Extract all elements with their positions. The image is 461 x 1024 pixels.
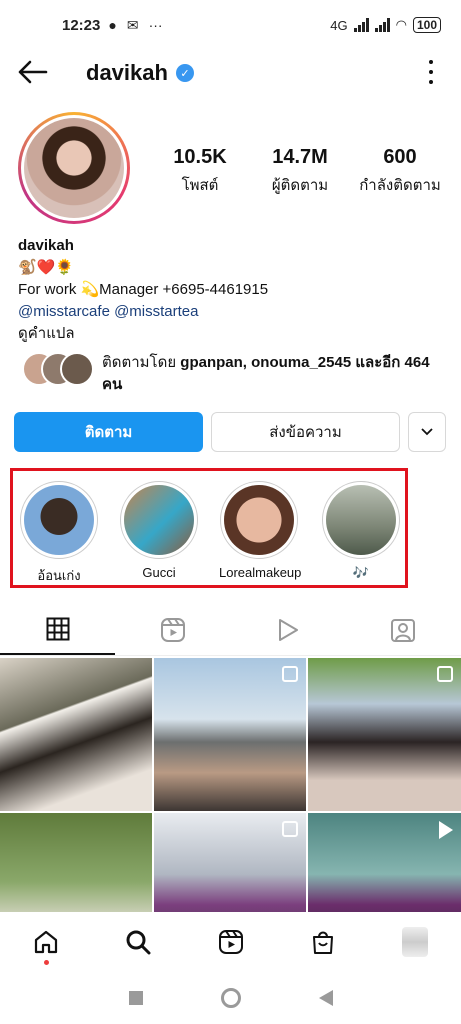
stat-label: โพสต์ <box>181 177 219 194</box>
avatar-photo <box>24 118 124 218</box>
wifi-icon: ◠ <box>395 17 407 32</box>
signal-icon-2 <box>374 18 390 32</box>
followed-by[interactable]: ติดตามโดย gpanpan, onouma_2545 และอีก 46… <box>22 352 442 396</box>
status-notification-icons: ● ✉ ··· <box>108 17 162 34</box>
system-navigation <box>0 972 461 1024</box>
profile-bio: davikah 🐒❤️🌻 For work 💫Manager +6695-446… <box>18 235 448 345</box>
profile-stats: 10.5K โพสต์ 14.7M ผู้ติดตาม 600 กำลังติด… <box>150 146 450 197</box>
tab-tagged[interactable] <box>346 604 461 655</box>
highlight-label: อ้อนเก่ง <box>37 568 81 583</box>
home-icon <box>34 930 58 954</box>
profile-actions: ติดตาม ส่งข้อความ <box>14 412 446 452</box>
username-text: davikah <box>86 60 168 85</box>
story-highlights: อ้อนเก่ง Gucci Lorealmakeup 🎶 <box>10 468 408 588</box>
nav-search[interactable] <box>92 929 184 955</box>
stat-followers[interactable]: 14.7M ผู้ติดตาม <box>250 146 350 197</box>
grid-post[interactable] <box>154 658 306 811</box>
grid-icon <box>46 617 70 640</box>
more-notifications-icon: ··· <box>148 17 163 33</box>
bio-emoji: 🐒❤️🌻 <box>18 259 75 276</box>
nav-reels[interactable] <box>184 929 276 955</box>
highlight-cover <box>124 485 194 555</box>
line-icon: ● <box>108 17 117 33</box>
tab-grid[interactable] <box>0 604 116 655</box>
tab-reels[interactable] <box>115 604 230 655</box>
status-time: 12:23 <box>62 16 101 34</box>
back-button-icon[interactable] <box>318 990 333 1006</box>
carousel-icon <box>282 666 298 682</box>
highlight-cover <box>24 485 94 555</box>
notification-dot <box>43 960 49 965</box>
bottom-nav <box>0 912 461 972</box>
tagged-icon <box>391 618 416 642</box>
stat-posts[interactable]: 10.5K โพสต์ <box>150 146 250 197</box>
battery-icon: 100 <box>412 17 441 33</box>
follower-avatar <box>60 352 94 386</box>
nav-home[interactable] <box>0 929 92 965</box>
see-translation-link[interactable]: ดูคำแปล <box>18 323 448 345</box>
highlight-cover <box>326 485 396 555</box>
profile-header: davikah ✓ <box>0 50 461 94</box>
verified-badge-icon: ✓ <box>175 64 194 82</box>
chevron-down-icon <box>421 428 433 436</box>
notification-icon: ✉ <box>126 16 139 33</box>
display-name: davikah <box>18 237 74 254</box>
recent-apps-icon[interactable] <box>128 991 143 1005</box>
stat-following[interactable]: 600 กำลังติดตาม <box>350 146 450 197</box>
carousel-icon <box>282 821 298 837</box>
stat-label: ผู้ติดตาม <box>271 177 329 194</box>
suggested-dropdown-button[interactable] <box>408 412 446 452</box>
follow-button[interactable]: ติดตาม <box>14 412 203 452</box>
search-icon <box>126 930 151 955</box>
highlight-item[interactable]: 🎶 <box>321 481 401 581</box>
profile-avatar[interactable] <box>18 112 130 224</box>
follower-facepile <box>22 352 94 386</box>
stat-value: 600 <box>383 146 417 168</box>
profile-tabs <box>0 604 461 656</box>
grid-post[interactable] <box>308 658 461 811</box>
highlight-label: Lorealmakeup <box>219 565 302 580</box>
message-button[interactable]: ส่งข้อความ <box>211 412 400 452</box>
highlight-cover <box>224 485 294 555</box>
highlight-label: 🎶 <box>352 565 370 580</box>
profile-avatar-small <box>401 927 428 957</box>
grid-post[interactable] <box>0 658 152 811</box>
stat-label: กำลังติดตาม <box>359 177 441 194</box>
back-arrow-icon[interactable] <box>16 58 48 86</box>
nav-profile[interactable] <box>369 927 461 957</box>
highlight-item[interactable]: อ้อนเก่ง <box>19 481 99 586</box>
network-label: 4G <box>330 17 348 33</box>
carousel-icon <box>437 666 453 682</box>
more-options-icon[interactable] <box>427 60 435 84</box>
bio-mentions[interactable]: @misstarcafe @misstartea <box>18 301 448 323</box>
nav-shop[interactable] <box>277 929 369 955</box>
stat-value: 10.5K <box>173 146 227 168</box>
header-username: davikah ✓ <box>86 60 194 86</box>
bio-text: For work 💫Manager +6695-4461915 <box>18 281 269 298</box>
followed-by-prefix: ติดตามโดย <box>102 354 181 371</box>
home-button-icon[interactable] <box>220 988 241 1008</box>
status-bar: 12:23 ● ✉ ··· 4G ◠ 100 <box>0 0 461 50</box>
signal-icon <box>353 18 369 32</box>
highlight-label: Gucci <box>142 565 176 580</box>
stat-value: 14.7M <box>272 146 328 168</box>
tab-videos[interactable] <box>231 604 346 655</box>
followed-by-text: ติดตามโดย gpanpan, onouma_2545 และอีก 46… <box>102 352 442 396</box>
reels-icon <box>218 930 243 954</box>
reels-icon <box>160 617 185 642</box>
followed-by-names: gpanpan, onouma_2545 <box>180 354 352 371</box>
shop-icon <box>312 931 333 954</box>
video-icon <box>279 618 299 641</box>
status-right: 4G ◠ 100 <box>330 17 441 33</box>
highlight-item[interactable]: Gucci <box>119 481 199 580</box>
video-play-icon <box>439 821 453 839</box>
highlight-item[interactable]: Lorealmakeup <box>219 481 302 580</box>
